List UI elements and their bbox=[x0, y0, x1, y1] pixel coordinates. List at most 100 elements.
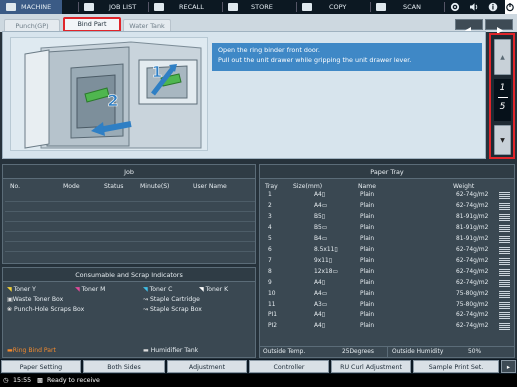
job-row[interactable] bbox=[5, 252, 255, 262]
tray-paper-name: Plain bbox=[360, 224, 375, 231]
job-row[interactable] bbox=[5, 242, 255, 252]
staple-scrap-icon: ↝ bbox=[143, 306, 149, 313]
tray-number: 11 bbox=[268, 301, 276, 308]
scan-tab[interactable]: SCAN bbox=[374, 0, 444, 14]
power-icon[interactable] bbox=[505, 0, 517, 14]
tray-size: 8.5x11▯ bbox=[314, 246, 338, 253]
tray-weight: 62-74g/m2 bbox=[456, 202, 489, 209]
toner-k-icon: ◥ bbox=[199, 286, 204, 293]
job-row[interactable] bbox=[5, 192, 255, 202]
paper-level-icon bbox=[499, 246, 510, 254]
tray-row[interactable]: 4 B5▭ Plain 81-91g/m2 bbox=[262, 224, 514, 233]
job-row[interactable] bbox=[5, 202, 255, 212]
paper-level-icon bbox=[499, 235, 510, 243]
job-col-no: No. bbox=[10, 183, 21, 190]
copy-tab[interactable]: COPY bbox=[300, 0, 370, 14]
ring-bind-label: Ring Bind Part bbox=[12, 347, 56, 354]
tray-row[interactable]: 11 A3▭ Plain 75-80g/m2 bbox=[262, 301, 514, 310]
svg-text:i: i bbox=[492, 4, 494, 12]
recall-icon bbox=[154, 3, 164, 11]
tray-row[interactable]: 3 B5▯ Plain 81-91g/m2 bbox=[262, 213, 514, 222]
tray-row[interactable]: PI2 A4▯ Plain 62-74g/m2 bbox=[262, 322, 514, 331]
job-col-minutes: Minute(S) bbox=[140, 183, 170, 190]
paper-setting-button[interactable]: Paper Setting bbox=[1, 360, 81, 373]
paper-level-icon bbox=[499, 301, 510, 309]
store-tab-label: STORE bbox=[251, 3, 273, 11]
job-row[interactable] bbox=[5, 212, 255, 222]
tray-weight: 81-91g/m2 bbox=[456, 213, 489, 220]
job-row[interactable] bbox=[5, 222, 255, 232]
tray-number: 10 bbox=[268, 290, 276, 297]
controller-button[interactable]: Controller bbox=[249, 360, 329, 373]
job-list-tab-label: JOB LIST bbox=[109, 3, 137, 11]
tray-paper-name: Plain bbox=[360, 268, 375, 275]
nav-next-button[interactable]: ▸ bbox=[501, 360, 516, 373]
staple-cartridge-indicator: ↝ Staple Cartridge bbox=[143, 296, 200, 303]
machine-tab-label: MACHINE bbox=[21, 3, 52, 11]
tray-size: A3▭ bbox=[314, 301, 328, 308]
tab-prev-button[interactable] bbox=[455, 19, 483, 34]
tray-size: A4▯ bbox=[314, 192, 326, 198]
tray-row[interactable]: PI1 A4▯ Plain 62-74g/m2 bbox=[262, 311, 514, 320]
job-list-tab[interactable]: JOB LIST bbox=[80, 0, 158, 14]
page-indicator: 1 5 bbox=[494, 79, 511, 121]
instruction-message: Open the ring binder front door. Pull ou… bbox=[212, 43, 482, 71]
sample-print-set-button[interactable]: Sample Print Set. bbox=[413, 360, 499, 373]
top-menu-bar: MACHINE JOB LIST RECALL STORE COPY SCAN bbox=[0, 0, 517, 14]
staple-cartridge-label: Staple Cartridge bbox=[150, 296, 200, 303]
settings-icon[interactable] bbox=[450, 0, 464, 14]
tray-weight: 62-74g/m2 bbox=[456, 246, 489, 253]
tray-row[interactable]: 9 A4▯ Plain 62-74g/m2 bbox=[262, 279, 514, 288]
tray-col-tray: Tray bbox=[265, 183, 278, 190]
both-sides-button[interactable]: Both Sides bbox=[83, 360, 165, 373]
tray-row[interactable]: 5 B4▭ Plain 81-91g/m2 bbox=[262, 235, 514, 244]
waste-toner-indicator: ▣Waste Toner Box bbox=[7, 296, 63, 303]
status-bar: ◷ 15:55 ▩ Ready to receive bbox=[0, 374, 517, 387]
tray-weight: 62-74g/m2 bbox=[456, 312, 489, 319]
tray-row[interactable]: 8 12x18▭ Plain 62-74g/m2 bbox=[262, 268, 514, 277]
page-current: 1 bbox=[499, 83, 506, 93]
speaker-icon[interactable] bbox=[469, 0, 483, 14]
machine-tab[interactable]: MACHINE bbox=[0, 0, 62, 14]
page-down-button[interactable]: ▼ bbox=[494, 125, 511, 155]
tray-weight: 81-91g/m2 bbox=[456, 224, 489, 231]
tray-row[interactable]: 7 9x11▯ Plain 62-74g/m2 bbox=[262, 257, 514, 266]
tab-next-button[interactable] bbox=[485, 19, 513, 34]
status-text: Ready to receive bbox=[47, 377, 100, 384]
paper-level-icon bbox=[499, 279, 510, 287]
tray-row[interactable]: 10 A4▭ Plain 75-80g/m2 bbox=[262, 290, 514, 299]
machine-icon bbox=[6, 3, 16, 11]
ru-curl-adjustment-button[interactable]: RU Curl Adjustment bbox=[331, 360, 411, 373]
recall-tab[interactable]: RECALL bbox=[150, 0, 222, 14]
tab-punch-gp[interactable]: Punch(GP) bbox=[4, 19, 60, 31]
tray-row[interactable]: 2 A4▭ Plain 62-74g/m2 bbox=[262, 202, 514, 211]
tab-water-tank[interactable]: Water Tank bbox=[123, 19, 171, 31]
tray-paper-name: Plain bbox=[360, 312, 375, 319]
paper-level-icon bbox=[499, 290, 510, 298]
tray-size: 9x11▯ bbox=[314, 257, 332, 264]
toner-m-label: Toner M bbox=[81, 286, 106, 293]
job-col-mode: Mode bbox=[63, 183, 80, 190]
tray-weight: 62-74g/m2 bbox=[456, 268, 489, 275]
tray-size: A4▯ bbox=[314, 279, 326, 286]
tab-bind-part[interactable]: Bind Part bbox=[63, 17, 121, 32]
page-up-button[interactable]: ▲ bbox=[494, 39, 511, 75]
step-1-label: 1 bbox=[151, 63, 163, 81]
toner-y-icon: ◥ bbox=[7, 286, 12, 293]
page-down-icon: ▼ bbox=[500, 137, 505, 144]
tray-col-size: Size(mm) bbox=[293, 183, 323, 190]
store-tab[interactable]: STORE bbox=[226, 0, 296, 14]
tray-number: 2 bbox=[268, 202, 272, 209]
tray-row[interactable]: 1 A4▯ Plain 62-74g/m2 bbox=[262, 191, 514, 200]
copy-icon bbox=[302, 3, 312, 11]
help-icon[interactable]: i bbox=[488, 0, 502, 14]
tray-paper-name: Plain bbox=[360, 202, 375, 209]
tray-paper-name: Plain bbox=[360, 235, 375, 242]
humidifier-tank-icon: ▬ bbox=[143, 347, 149, 354]
tray-row[interactable]: 6 8.5x11▯ Plain 62-74g/m2 bbox=[262, 246, 514, 255]
job-row[interactable] bbox=[5, 232, 255, 242]
tray-paper-name: Plain bbox=[360, 192, 375, 198]
tray-size: B5▯ bbox=[314, 213, 326, 220]
adjustment-button[interactable]: Adjustment bbox=[167, 360, 247, 373]
tray-size: B5▭ bbox=[314, 224, 328, 231]
